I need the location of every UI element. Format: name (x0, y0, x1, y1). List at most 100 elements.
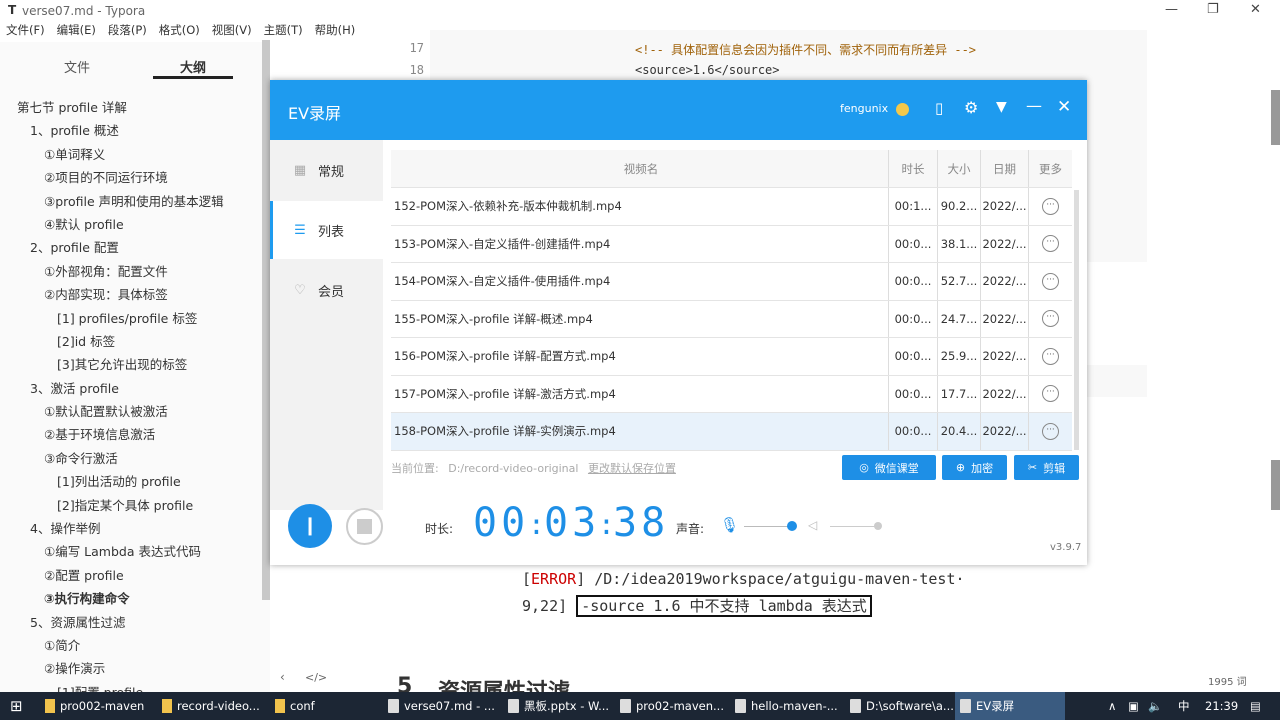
outline-item[interactable]: 第七节 profile 详解 (0, 96, 262, 119)
sidebar-scrollbar[interactable] (262, 40, 270, 600)
taskbar-item[interactable]: record-video... (162, 692, 260, 720)
outline-item[interactable]: ②操作演示 (0, 657, 262, 680)
stop-button[interactable] (346, 508, 383, 545)
taskbar-item[interactable]: pro02-maven... (620, 692, 724, 720)
outline-item[interactable]: ②项目的不同运行环境 (0, 166, 262, 189)
maximize-button[interactable]: ❐ (1207, 2, 1219, 17)
wechat-class-button[interactable]: ◎ 微信课堂 (842, 455, 936, 480)
more-cell: ··· (1028, 188, 1072, 225)
taskbar-item[interactable]: verse07.md - ... (388, 692, 495, 720)
dropdown-icon[interactable]: ▼ (996, 99, 1007, 115)
ev-close-button[interactable]: ✕ (1057, 97, 1071, 117)
taskbar-item[interactable]: conf (275, 692, 315, 720)
more-icon[interactable]: ··· (1042, 197, 1059, 215)
more-icon[interactable]: ··· (1042, 347, 1059, 365)
network-icon[interactable]: ▣ (1128, 692, 1139, 720)
record-pause-button[interactable]: ❙ (288, 504, 332, 548)
outline-item[interactable]: [1] profiles/profile 标签 (0, 307, 262, 330)
outline-item[interactable]: ③命令行激活 (0, 447, 262, 470)
tab-outline[interactable]: 大纲 (180, 57, 206, 76)
settings-icon[interactable]: ⚙ (964, 98, 978, 117)
nav-item-2[interactable]: ♡ 会员 (270, 261, 383, 319)
taskbar-item[interactable]: EV录屏 (955, 692, 1065, 720)
menu-item[interactable]: 视图(V) (212, 22, 252, 42)
clock[interactable]: 21:39 (1205, 692, 1238, 720)
ev-minimize-button[interactable]: — (1026, 96, 1042, 115)
outline-item[interactable]: ②配置 profile (0, 564, 262, 587)
menu-item[interactable]: 帮助(H) (315, 22, 356, 42)
editor-scrollbar-thumb[interactable] (1271, 460, 1280, 510)
table-row[interactable]: 157-POM深入-profile 详解-激活方式.mp4 00:0... 17.7… (391, 375, 1072, 413)
outline-item[interactable]: ①外部视角：配置文件 (0, 260, 262, 283)
taskbar-item[interactable]: D:\software\a... (850, 692, 954, 720)
outline-item[interactable]: ①编写 Lambda 表达式代码 (0, 540, 262, 563)
nav-item-1[interactable]: ☰ 列表 (270, 201, 383, 259)
outline-item[interactable]: ①单词释义 (0, 143, 262, 166)
outline-item[interactable]: ③profile 声明和使用的基本逻辑 (0, 190, 262, 213)
taskbar-item[interactable]: hello-maven-... (735, 692, 838, 720)
column-header[interactable]: 视频名 (391, 150, 889, 187)
menu-item[interactable]: 文件(F) (6, 22, 45, 42)
table-row[interactable]: 154-POM深入-自定义插件-使用插件.mp4 00:0... 52.7... 20… (391, 263, 1072, 301)
table-row[interactable]: 158-POM深入-profile 详解-实例演示.mp4 00:0... 20.4… (391, 413, 1072, 451)
microphone-icon[interactable]: 🎙 (720, 516, 739, 534)
table-row[interactable]: 152-POM深入-依赖补充-版本仲裁机制.mp4 00:1... 90.2... 2… (391, 188, 1072, 226)
cell-name: 157-POM深入-profile 详解-激活方式.mp4 (391, 375, 889, 412)
tray-chevron-icon[interactable]: ∧ (1108, 692, 1116, 720)
column-header[interactable]: 更多 (1028, 150, 1072, 187)
more-icon[interactable]: ··· (1042, 422, 1059, 440)
outline-item[interactable]: [3]其它允许出现的标签 (0, 353, 262, 376)
more-icon[interactable]: ··· (1042, 272, 1059, 290)
outline-item[interactable]: ④默认 profile (0, 213, 262, 236)
menu-item[interactable]: 段落(P) (108, 22, 147, 42)
outline-item[interactable]: 3、激活 profile (0, 377, 262, 400)
ime-indicator[interactable]: 中 (1178, 692, 1190, 720)
tab-files[interactable]: 文件 (64, 57, 90, 76)
menu-item[interactable]: 格式(O) (159, 22, 200, 42)
menu-item[interactable]: 主题(T) (264, 22, 303, 42)
outline-item[interactable]: ③执行构建命令 (0, 587, 262, 610)
windows-start-icon[interactable]: ⊞ (10, 692, 23, 720)
outline-item[interactable]: ②内部实现：具体标签 (0, 283, 262, 306)
outline-item[interactable]: [2]id 标签 (0, 330, 262, 353)
outline-item[interactable]: ①默认配置默认被激活 (0, 400, 262, 423)
outline-item[interactable]: ②基于环境信息激活 (0, 423, 262, 446)
speaker-slider-handle[interactable] (874, 522, 882, 530)
source-code-icon[interactable]: </> (305, 671, 327, 684)
more-icon[interactable]: ··· (1042, 310, 1059, 328)
column-header[interactable]: 日期 (980, 150, 1028, 187)
mic-slider-handle[interactable] (787, 521, 797, 531)
table-row[interactable]: 153-POM深入-自定义插件-创建插件.mp4 00:0... 38.1... 20… (391, 225, 1072, 263)
more-icon[interactable]: ··· (1042, 235, 1059, 253)
column-header[interactable]: 时长 (889, 150, 937, 187)
speaker-volume-slider[interactable] (830, 526, 878, 527)
nav-item-0[interactable]: ▦ 常规 (270, 141, 383, 199)
minimize-button[interactable]: — (1165, 2, 1178, 17)
outline-item[interactable]: 5、资源属性过滤 (0, 611, 262, 634)
volume-icon[interactable]: 🔈 (1148, 692, 1162, 720)
taskbar-item[interactable]: pro002-maven (45, 692, 144, 720)
back-icon[interactable]: ‹ (280, 670, 285, 684)
notification-icon[interactable]: ▤ (1250, 692, 1261, 720)
table-row[interactable]: 155-POM深入-profile 详解-概述.mp4 00:0... 24.7..… (391, 300, 1072, 338)
outline-item[interactable]: ①简介 (0, 634, 262, 657)
taskbar-item[interactable]: 黑板.pptx - W... (508, 692, 609, 720)
encrypt-button[interactable]: ⊕ 加密 (942, 455, 1007, 480)
table-row[interactable]: 156-POM深入-profile 详解-配置方式.mp4 00:0... 25.9… (391, 338, 1072, 376)
outline-item[interactable]: 1、profile 概述 (0, 119, 262, 142)
more-icon[interactable]: ··· (1042, 385, 1059, 403)
change-path-link[interactable]: 更改默认保存位置 (588, 462, 676, 475)
outline-item[interactable]: [2]指定某个具体 profile (0, 494, 262, 517)
speaker-icon[interactable]: ◁ (808, 518, 817, 532)
close-button[interactable]: ✕ (1250, 2, 1261, 17)
edit-button[interactable]: ✂ 剪辑 (1014, 455, 1079, 480)
table-scrollbar[interactable] (1074, 190, 1079, 450)
outline-item[interactable]: 2、profile 配置 (0, 236, 262, 259)
editor-scrollbar[interactable] (1271, 90, 1280, 145)
outline-item[interactable]: [1]列出活动的 profile (0, 470, 262, 493)
username[interactable]: fengunix (840, 102, 888, 115)
menu-item[interactable]: 编辑(E) (57, 22, 96, 42)
phone-icon[interactable]: ▯ (935, 99, 943, 117)
column-header[interactable]: 大小 (937, 150, 980, 187)
outline-item[interactable]: 4、操作举例 (0, 517, 262, 540)
